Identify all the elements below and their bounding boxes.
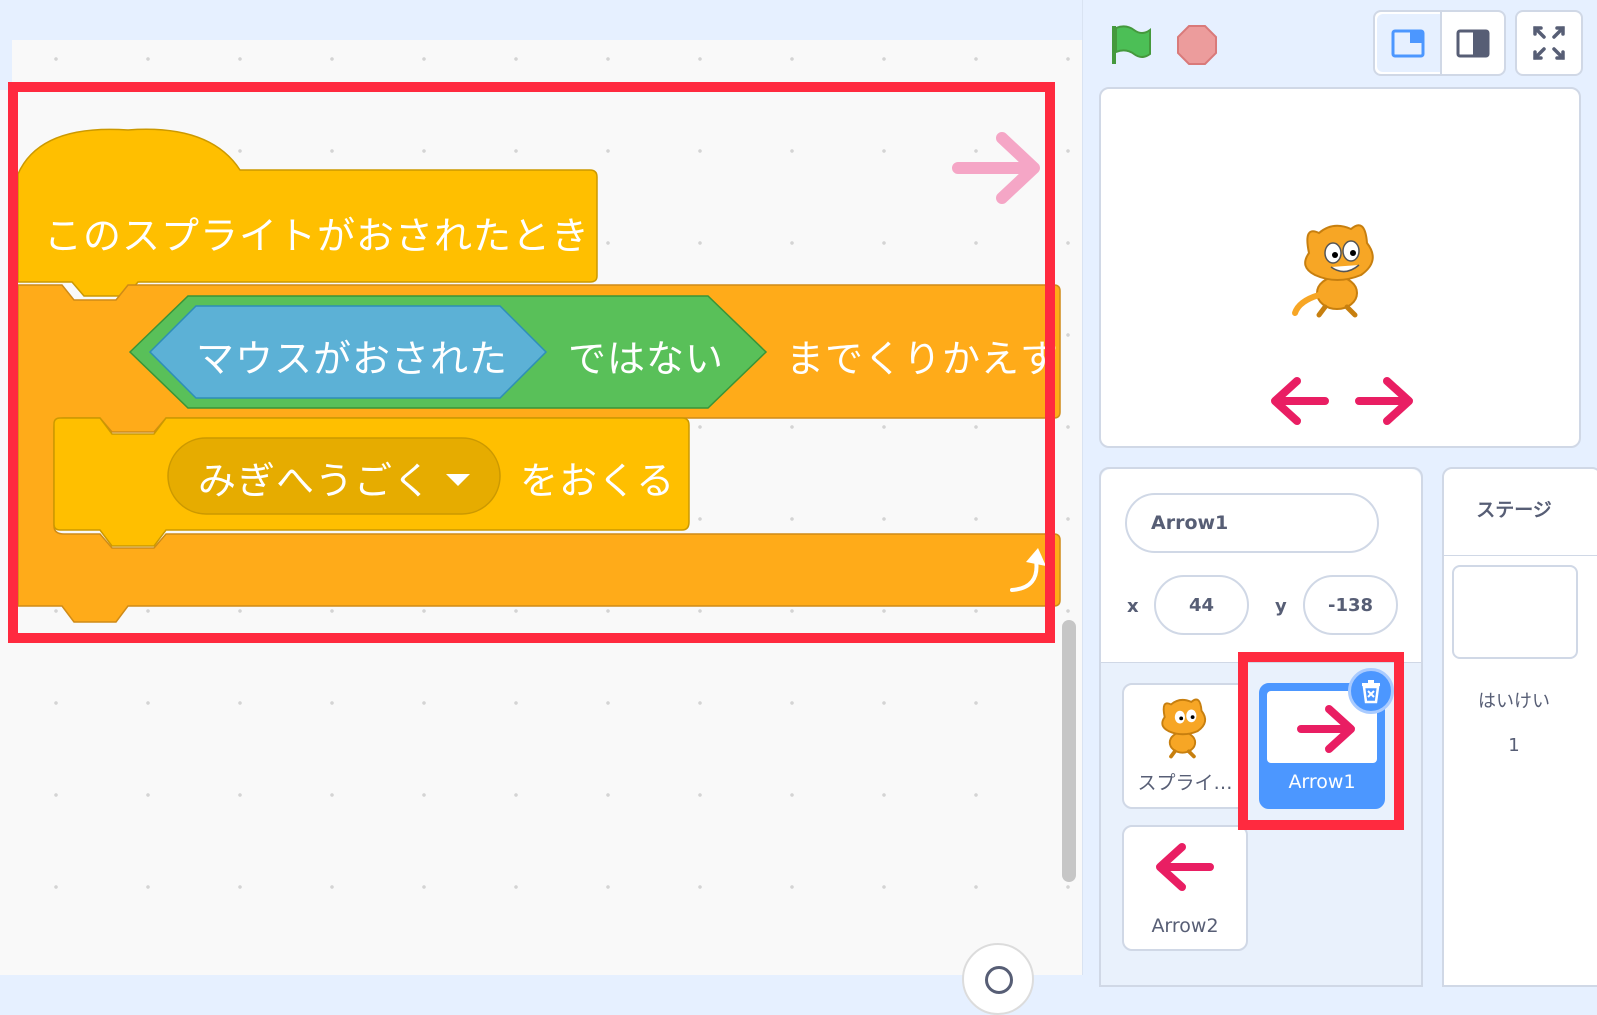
sprite-pane: Arrow1 x 44 y -138 スプライ… Arrow1 Arrow2 xyxy=(1099,467,1423,987)
large-stage-button[interactable] xyxy=(1442,14,1504,72)
fullscreen-icon xyxy=(1533,26,1565,60)
broadcast-menu-value[interactable]: みぎへうごく xyxy=(198,450,432,505)
stage-layout-toggle xyxy=(1373,10,1506,76)
sprite-info: Arrow1 x 44 y -138 xyxy=(1101,469,1421,663)
small-stage-button[interactable] xyxy=(1377,14,1440,72)
code-area-scrollbar[interactable] xyxy=(1062,620,1076,882)
sprite-tile[interactable]: Arrow2 xyxy=(1122,825,1248,951)
repeat-until-label: までくりかえす xyxy=(786,337,1060,381)
stage-selector-title: ステージ xyxy=(1476,499,1552,521)
sprite-tile-name: Arrow1 xyxy=(1288,771,1356,793)
backdrops-count: 1 xyxy=(1508,735,1520,756)
sprite-preview-arrow-icon xyxy=(952,132,1040,204)
sprite-name-field[interactable]: Arrow1 xyxy=(1125,493,1379,553)
delete-sprite-button[interactable] xyxy=(1348,668,1394,714)
not-block-label: ではない xyxy=(568,337,725,381)
cat-sprite-icon[interactable] xyxy=(1289,215,1393,319)
arrow-right-sprite-icon[interactable] xyxy=(1353,375,1415,427)
arrow-right-icon xyxy=(1297,705,1355,753)
arrow-left-sprite-icon[interactable] xyxy=(1269,375,1331,427)
trash-icon xyxy=(1362,680,1380,704)
stage-selector[interactable]: ステージ はいけい 1 xyxy=(1442,467,1597,987)
large-stage-icon xyxy=(1456,29,1490,58)
fullscreen-button[interactable] xyxy=(1515,10,1583,76)
y-label: y xyxy=(1275,596,1287,617)
cat-icon xyxy=(1161,698,1207,759)
small-stage-icon xyxy=(1391,29,1425,58)
sprite-tile[interactable]: スプライ… xyxy=(1122,683,1248,809)
zoom-in-button[interactable] xyxy=(962,943,1034,1015)
sprite-tile-name: Arrow2 xyxy=(1151,915,1219,937)
broadcast-suffix-label: をおくる xyxy=(520,459,676,503)
y-field[interactable]: -138 xyxy=(1303,575,1398,635)
stop-icon[interactable] xyxy=(1176,24,1218,66)
arrow-left-icon xyxy=(1156,843,1214,891)
x-label: x xyxy=(1127,596,1139,617)
sensing-block-label: マウスがおされた xyxy=(196,337,509,381)
hat-block-label: このスプライトがおされたとき xyxy=(44,214,591,258)
stage-backdrop-thumbnail[interactable] xyxy=(1452,565,1578,659)
green-flag-icon[interactable] xyxy=(1108,22,1152,66)
backdrops-label: はいけい xyxy=(1478,691,1550,712)
stage[interactable] xyxy=(1099,87,1581,448)
stage-selector-divider xyxy=(1444,555,1597,556)
x-field[interactable]: 44 xyxy=(1154,575,1249,635)
sprite-tile-name: スプライ… xyxy=(1137,772,1233,794)
